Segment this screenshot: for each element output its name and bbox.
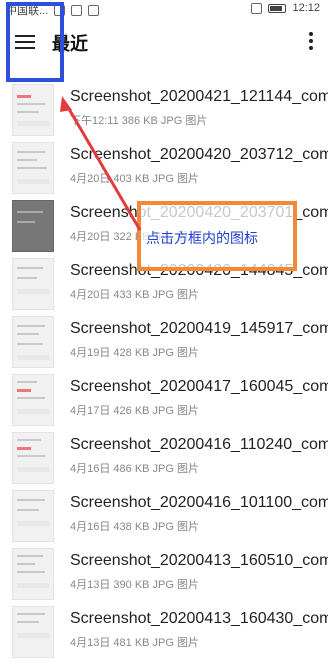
file-list: Screenshot_20200421_121144_com... 下午12:1… xyxy=(0,82,328,662)
file-meta: 4月13日 481 KB JPG 图片 xyxy=(70,637,199,649)
file-name: Screenshot_20200416_101100_com... xyxy=(70,494,328,511)
status-time: 12:12 xyxy=(292,2,320,14)
list-item[interactable]: Screenshot_20200416_110240_com... 4月16日 … xyxy=(0,430,328,488)
file-name: Screenshot_20200413_160430_com... xyxy=(70,610,328,627)
file-thumbnail xyxy=(12,490,54,542)
file-name: Screenshot_20200421_121144_com... xyxy=(70,88,328,105)
wifi-icon xyxy=(71,4,83,16)
notification-icon xyxy=(88,4,100,16)
file-name: Screenshot_20200420_203712_com... xyxy=(70,146,328,163)
file-meta: 4月13日 390 KB JPG 图片 xyxy=(70,579,199,591)
file-thumbnail xyxy=(12,84,54,136)
file-thumbnail xyxy=(12,142,54,194)
list-item[interactable]: Screenshot_20200419_145917_com... 4月19日 … xyxy=(0,314,328,372)
app-bar: 最近 xyxy=(0,18,328,70)
more-options-icon[interactable] xyxy=(304,30,318,54)
list-item[interactable]: Screenshot_20200417_160045_com... 4月17日 … xyxy=(0,372,328,430)
carrier-label: 中国联... xyxy=(6,5,49,17)
status-bar: 中国联... 12:12 xyxy=(0,0,328,18)
file-meta: 下午12:11 386 KB JPG 图片 xyxy=(70,115,208,127)
file-thumbnail xyxy=(12,548,54,600)
file-meta: 4月20日 433 KB JPG 图片 xyxy=(70,289,199,301)
annotation-text: 点击方框内的图标 xyxy=(146,230,258,246)
list-item[interactable]: Screenshot_20200416_101100_com... 4月16日 … xyxy=(0,488,328,546)
file-meta: 4月16日 486 KB JPG 图片 xyxy=(70,463,199,475)
file-meta: 4月20日 403 KB JPG 图片 xyxy=(70,173,199,185)
bluetooth-icon xyxy=(251,2,263,14)
list-item[interactable]: Screenshot_20200413_160510_com... 4月13日 … xyxy=(0,546,328,604)
file-thumbnail xyxy=(12,432,54,484)
file-thumbnail xyxy=(12,258,54,310)
menu-icon[interactable] xyxy=(15,32,37,52)
file-name: Screenshot_20200419_145917_com... xyxy=(70,320,328,337)
file-meta: 4月16日 438 KB JPG 图片 xyxy=(70,521,199,533)
list-item[interactable]: Screenshot_20200421_121144_com... 下午12:1… xyxy=(0,82,328,140)
page-title: 最近 xyxy=(52,34,88,54)
file-name: Screenshot_20200417_160045_com... xyxy=(70,378,328,395)
list-item[interactable]: Screenshot_20200413_160430_com... 4月13日 … xyxy=(0,604,328,662)
file-meta: 4月17日 426 KB JPG 图片 xyxy=(70,405,199,417)
file-name: Screenshot_20200416_110240_com... xyxy=(70,436,328,453)
file-thumbnail xyxy=(12,606,54,658)
file-thumbnail xyxy=(12,316,54,368)
file-meta: 4月19日 428 KB JPG 图片 xyxy=(70,347,199,359)
file-thumbnail xyxy=(12,200,54,252)
file-name: Screenshot_20200413_160510_com... xyxy=(70,552,328,569)
file-thumbnail xyxy=(12,374,54,426)
battery-icon xyxy=(268,3,287,13)
list-item[interactable]: Screenshot_20200420_203712_com... 4月20日 … xyxy=(0,140,328,198)
signal-icon xyxy=(54,4,66,16)
